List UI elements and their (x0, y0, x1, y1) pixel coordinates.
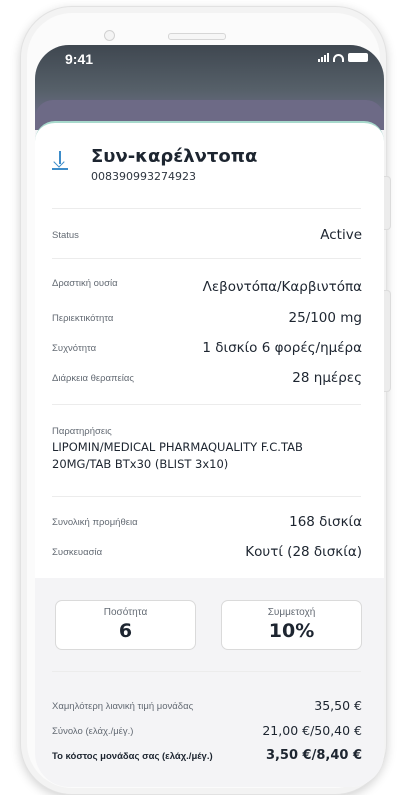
divider (52, 404, 361, 405)
notes-label: Παρατηρήσεις (52, 426, 112, 437)
status-icons (318, 53, 368, 62)
quantity-box[interactable]: Ποσότητα 6 (55, 600, 196, 650)
detail-label: Περιεκτικότητα (52, 313, 114, 324)
price-row-lowest-retail: Χαμηλότερη λιανική τιμή μονάδας 35,50 € (52, 698, 362, 718)
notes-text: LIPOMIN/MEDICAL PHARMAQUALITY F.C.TAB 20… (52, 440, 303, 471)
quantity-label: Ποσότητα (103, 607, 148, 618)
participation-value: 10% (268, 620, 315, 642)
detail-label: Διάρκεια θεραπείας (52, 373, 134, 384)
divider (52, 258, 361, 259)
medication-code: 008390993274923 (91, 170, 196, 183)
detail-row-strength: Περιεκτικότητα 25/100 mg (52, 310, 362, 330)
detail-value: Λεβοντόπα/Καρβιντόπα (202, 279, 362, 295)
participation-label: Συμμετοχή (267, 607, 316, 618)
price-row-total: Σύνολο (ελάχ./μέγ.) 21,00 €/50,40 € (52, 723, 362, 743)
price-label: Το κόστος μονάδας σας (ελάχ./μέγ.) (52, 751, 213, 762)
speaker-grille (168, 33, 226, 40)
quantity-value: 6 (118, 620, 133, 642)
price-value: 21,00 €/50,40 € (262, 723, 362, 738)
status-row: Status Active (52, 227, 362, 247)
download-icon[interactable] (52, 151, 68, 170)
status-label: Status (52, 230, 79, 241)
detail-value: 1 δισκίο 6 φορές/ημέρα (202, 340, 362, 356)
battery-icon (348, 53, 368, 62)
detail-row-frequency: Συχνότητα 1 δισκίο 6 φορές/ημέρα (52, 340, 362, 360)
wifi-icon (333, 54, 344, 62)
price-row-your-unit-cost: Το κόστος μονάδας σας (ελάχ./μέγ.) 3,50 … (52, 748, 362, 768)
supply-row-package: Συσκευασία Κουτί (28 δισκία) (52, 544, 362, 564)
price-value: 3,50 €/8,40 € (265, 748, 362, 763)
detail-label: Δραστική ουσία (52, 278, 118, 289)
supply-value: Κουτί (28 δισκία) (245, 544, 362, 560)
divider (52, 208, 361, 209)
supply-label: Συσκευασία (52, 547, 103, 558)
supply-label: Συνολική προμήθεια (52, 517, 138, 528)
price-label: Σύνολο (ελάχ./μέγ.) (52, 726, 134, 737)
price-label: Χαμηλότερη λιανική τιμή μονάδας (52, 701, 194, 712)
phone-side-button (384, 290, 391, 392)
medication-detail-card: Συν-καρέλντοπα 008390993274923 Status Ac… (35, 121, 384, 787)
supply-row-total: Συνολική προμήθεια 168 δισκία (52, 514, 362, 534)
divider (52, 671, 361, 672)
cost-summary-section: Ποσότητα 6 Συμμετοχή 10% Χαμηλότερη λιαν… (35, 578, 384, 787)
detail-value: 28 ημέρες (292, 370, 362, 386)
divider (52, 496, 361, 497)
detail-value: 25/100 mg (288, 310, 362, 326)
phone-screen: 9:41 Συν-καρέλντοπα 008390993274923 Stat… (35, 45, 384, 787)
camera-icon (104, 30, 115, 41)
medication-title: Συν-καρέλντοπα (91, 146, 258, 167)
supply-value: 168 δισκία (289, 514, 362, 530)
detail-label: Συχνότητα (52, 343, 97, 354)
participation-box[interactable]: Συμμετοχή 10% (221, 600, 362, 650)
detail-row-active-substance: Δραστική ουσία Λεβοντόπα/Καρβιντόπα (52, 279, 362, 299)
detail-row-duration: Διάρκεια θεραπείας 28 ημέρες (52, 370, 362, 390)
signal-icon (318, 53, 329, 62)
price-value: 35,50 € (314, 698, 362, 713)
status-time: 9:41 (65, 51, 94, 67)
status-value: Active (320, 227, 362, 243)
phone-side-button (384, 176, 391, 230)
